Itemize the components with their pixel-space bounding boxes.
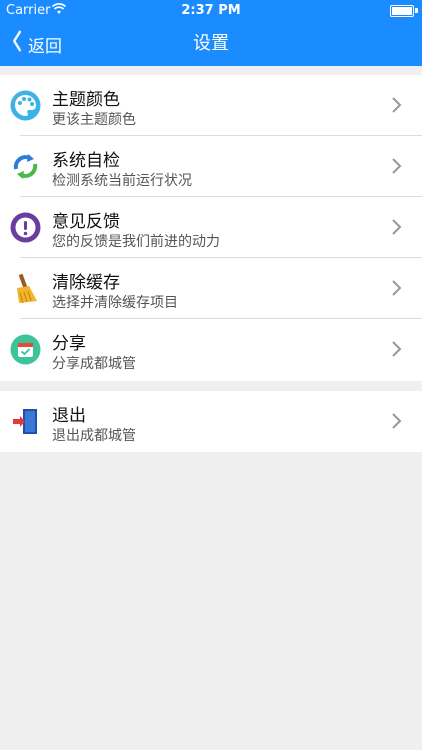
settings-item-subtitle: 您的反馈是我们前进的动力 bbox=[52, 234, 220, 250]
settings-item-subtitle: 更该主题颜色 bbox=[52, 112, 136, 128]
palette-icon bbox=[10, 90, 41, 121]
status-time: 2:37 PM bbox=[181, 3, 241, 18]
settings-item-subtitle: 分享成都城管 bbox=[52, 356, 136, 372]
battery-icon bbox=[390, 5, 414, 17]
chevron-right-icon bbox=[390, 278, 404, 298]
exit-door-icon bbox=[10, 406, 41, 437]
refresh-arrows-icon bbox=[10, 151, 41, 182]
settings-item-system-check[interactable]: 系统自检 检测系统当前运行状况 bbox=[0, 136, 422, 197]
chevron-right-icon bbox=[390, 411, 404, 431]
settings-item-subtitle: 检测系统当前运行状况 bbox=[52, 173, 192, 189]
settings-item-subtitle: 退出成都城管 bbox=[52, 428, 136, 444]
settings-item-title: 分享 bbox=[52, 334, 86, 354]
settings-item-title: 退出 bbox=[52, 406, 86, 426]
share-calendar-icon bbox=[10, 334, 41, 365]
settings-item-share[interactable]: 分享 分享成都城管 bbox=[0, 319, 422, 380]
settings-item-theme-color[interactable]: 主题颜色 更该主题颜色 bbox=[0, 75, 422, 136]
chevron-right-icon bbox=[390, 339, 404, 359]
back-button[interactable]: 返回 bbox=[10, 22, 62, 66]
settings-list: 主题颜色 更该主题颜色 系统自检 检测系统当前运行状况 意见反馈 您的反馈是我们… bbox=[0, 75, 422, 381]
chevron-right-icon bbox=[390, 217, 404, 237]
nav-bar: 返回 设置 bbox=[0, 22, 422, 66]
back-label: 返回 bbox=[28, 36, 62, 57]
chevron-right-icon bbox=[390, 156, 404, 176]
feedback-exclamation-icon bbox=[10, 212, 41, 243]
logout-section: 退出 退出成都城管 bbox=[0, 391, 422, 452]
settings-item-feedback[interactable]: 意见反馈 您的反馈是我们前进的动力 bbox=[0, 197, 422, 258]
settings-item-title: 主题颜色 bbox=[52, 90, 120, 110]
page-title: 设置 bbox=[193, 33, 229, 54]
settings-item-subtitle: 选择并清除缓存项目 bbox=[52, 295, 178, 311]
settings-item-clear-cache[interactable]: 清除缓存 选择并清除缓存项目 bbox=[0, 258, 422, 319]
settings-item-title: 系统自检 bbox=[52, 151, 120, 171]
chevron-left-icon bbox=[12, 22, 22, 66]
settings-item-title: 清除缓存 bbox=[52, 273, 120, 293]
settings-item-title: 意见反馈 bbox=[52, 212, 120, 232]
chevron-right-icon bbox=[390, 95, 404, 115]
settings-item-logout[interactable]: 退出 退出成都城管 bbox=[0, 391, 422, 452]
broom-icon bbox=[10, 273, 41, 304]
status-bar: Carrier 2:37 PM bbox=[0, 0, 422, 22]
battery-tip bbox=[415, 8, 418, 13]
